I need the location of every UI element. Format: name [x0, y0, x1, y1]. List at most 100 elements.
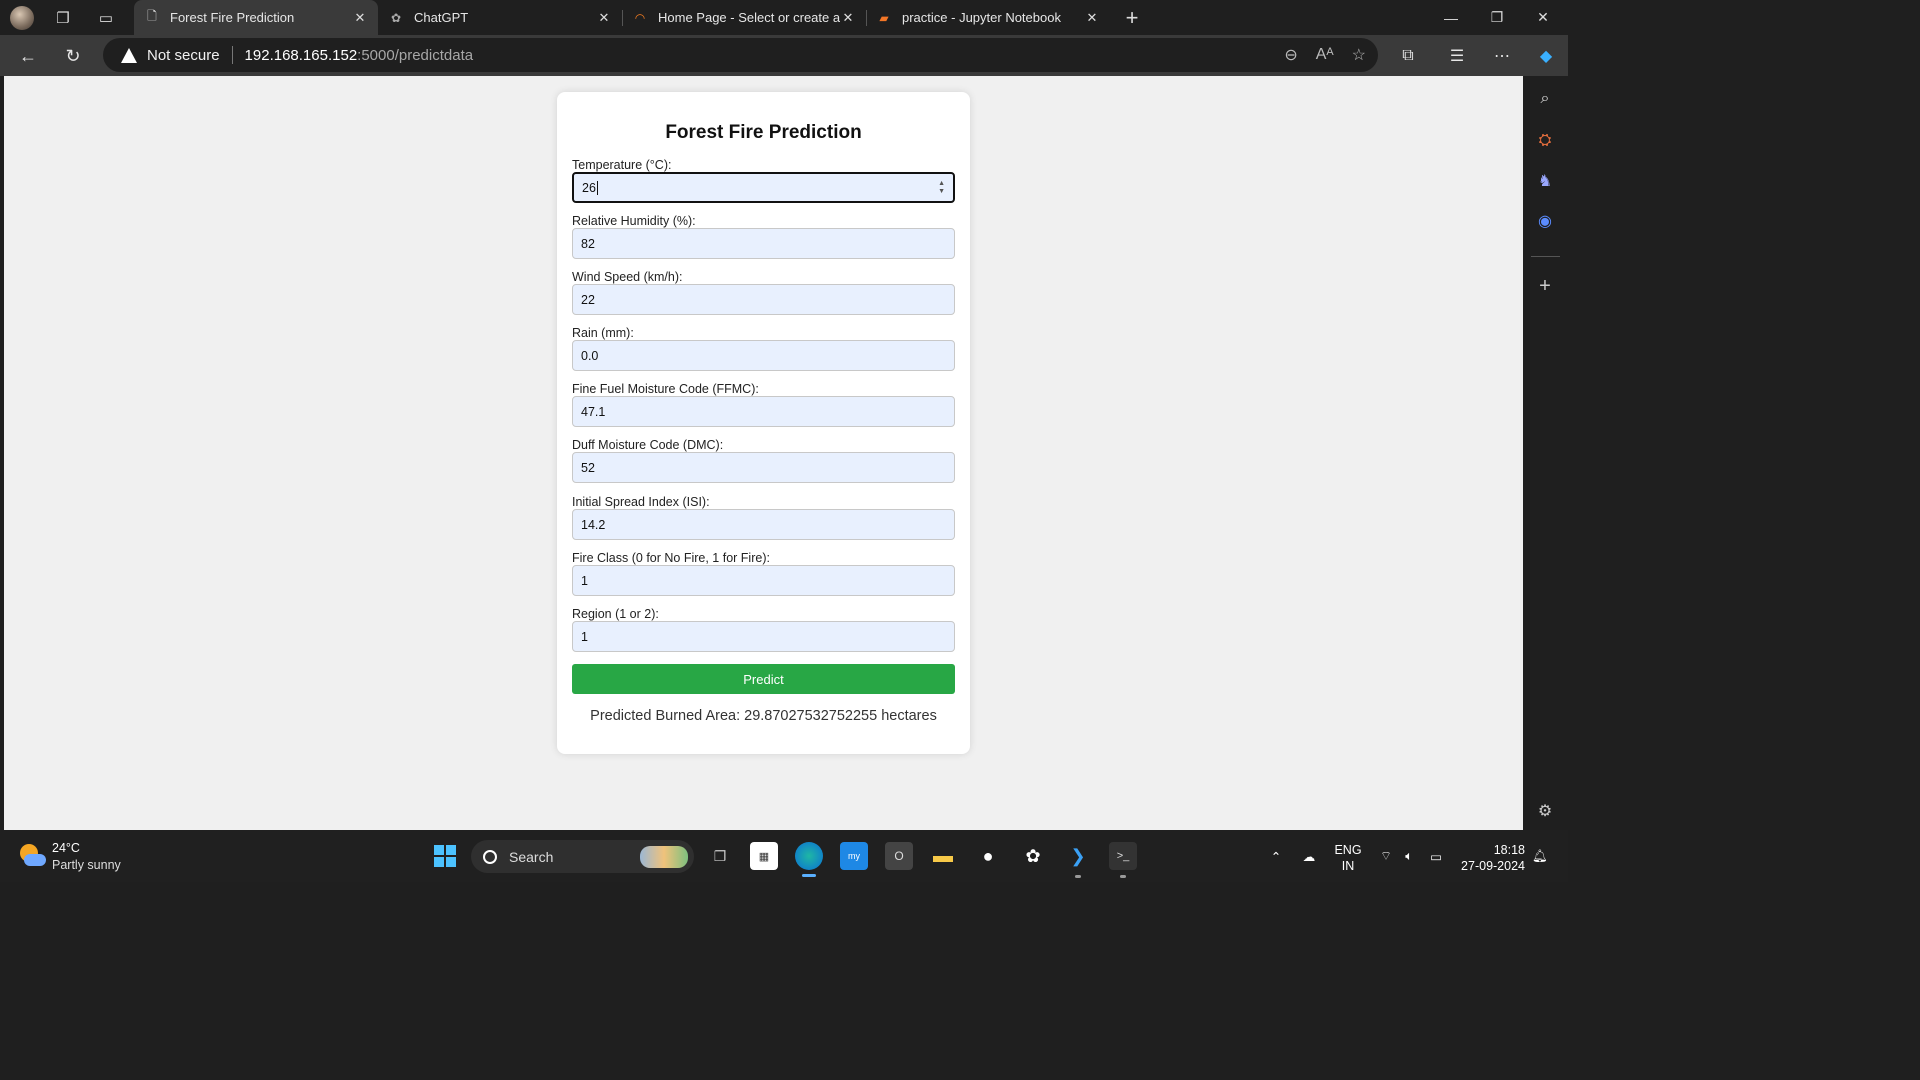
weather-description[interactable]: Partly sunny [52, 858, 121, 872]
warning-icon [121, 47, 137, 63]
page-title: Forest Fire Prediction [665, 122, 862, 143]
cloud-shape [24, 854, 46, 866]
battery-icon[interactable]: ▭ [1424, 830, 1448, 882]
new-tab-icon[interactable]: + [1119, 5, 1145, 31]
favorite-star-icon[interactable]: ☆ [1352, 45, 1366, 65]
close-icon[interactable]: ✕ [840, 10, 856, 26]
office-icon[interactable]: ◉ [1532, 208, 1558, 234]
extensions-icon[interactable]: ⧉ [1394, 42, 1422, 70]
copilot-icon[interactable]: ◆ [1532, 42, 1560, 70]
gear-icon[interactable]: ⚙ [1532, 798, 1558, 824]
security-indicator[interactable]: Not secure [147, 47, 220, 64]
onedrive-icon[interactable]: ☁ [1297, 830, 1321, 882]
file-explorer-icon[interactable]: ▬ [929, 842, 957, 870]
running-app-indicator [1120, 875, 1126, 878]
clock-date: 27-09-2024 [1461, 859, 1525, 873]
vscode-icon[interactable]: ❯ [1064, 842, 1092, 870]
volume-icon[interactable]: 🔈︎ [1399, 830, 1419, 882]
dmc-input[interactable]: 52 [572, 452, 955, 483]
tab-jupyter-notebook[interactable]: ▰ practice - Jupyter Notebook ✕ [866, 0, 1110, 35]
language-indicator[interactable]: ENG IN [1333, 842, 1363, 874]
prediction-result: Predicted Burned Area: 29.87027532752255… [590, 708, 937, 724]
close-icon[interactable]: ✕ [1084, 10, 1100, 26]
start-icon[interactable] [431, 842, 459, 870]
minimize-icon[interactable]: — [1428, 0, 1474, 35]
browser-toolbar: ← ↻ Not secure 192.168.165.152:5000/pred… [0, 35, 1568, 76]
add-icon[interactable]: + [1532, 273, 1558, 299]
browser-tab-bar: ❐ ▭ 🗋 Forest Fire Prediction ✕ ✿ ChatGPT… [0, 0, 1568, 35]
system-clock[interactable]: 18:18 27-09-2024 [1455, 842, 1525, 874]
page-viewport: Forest Fire Prediction Temperature (°C):… [4, 76, 1523, 830]
back-icon[interactable]: ← [14, 42, 42, 70]
ffmc-label: Fine Fuel Moisture Code (FFMC): [572, 382, 759, 396]
notification-bell-icon[interactable]: 🔔︎ [1530, 830, 1550, 882]
avatar [10, 6, 34, 30]
tab-title: Home Page - Select or create a no [658, 10, 840, 25]
address-divider [231, 46, 233, 64]
fire-class-value: 1 [581, 573, 588, 588]
search-icon[interactable]: ⌕ [1532, 86, 1558, 112]
search-highlight-image [640, 846, 688, 868]
isi-label: Initial Spread Index (ISI): [572, 495, 710, 509]
restore-icon[interactable]: ❐ [1474, 0, 1520, 35]
text-caret [596, 180, 598, 195]
wind-speed-value: 22 [581, 292, 595, 307]
tab-title: Forest Fire Prediction [170, 10, 295, 25]
rain-input[interactable]: 0.0 [572, 340, 955, 371]
search-icon [483, 849, 497, 864]
terminal-icon[interactable]: >_ [1109, 842, 1137, 870]
spin-down-icon[interactable]: ▼ [938, 188, 945, 196]
prediction-form-card: Forest Fire Prediction Temperature (°C):… [557, 92, 970, 754]
github-icon[interactable]: ● [974, 842, 1002, 870]
tab-title: ChatGPT [414, 10, 469, 25]
more-icon[interactable]: ⋯ [1488, 42, 1516, 70]
number-spinner[interactable]: ▲ ▼ [938, 180, 945, 196]
refresh-icon[interactable]: ↻ [59, 42, 87, 70]
favorites-icon[interactable]: ☰ [1443, 42, 1471, 70]
store-icon[interactable]: ▦ [750, 842, 778, 870]
tab-home-page[interactable]: ◠ Home Page - Select or create a no ✕ [622, 0, 866, 35]
search-label: Search [509, 848, 554, 865]
isi-input[interactable]: 14.2 [572, 509, 955, 540]
zoom-out-icon[interactable]: ⊖ [1284, 45, 1297, 65]
workspaces-icon[interactable]: ❐ [50, 5, 76, 31]
task-view-icon[interactable]: ❐ [706, 842, 734, 870]
loading-spinner-icon: ◠ [634, 10, 646, 25]
spin-up-icon[interactable]: ▲ [938, 180, 945, 188]
chatgpt-icon[interactable]: ✿ [1019, 842, 1047, 870]
ffmc-input[interactable]: 47.1 [572, 396, 955, 427]
close-icon[interactable]: ✕ [596, 10, 612, 26]
ffmc-value: 47.1 [581, 404, 606, 419]
read-aloud-icon[interactable]: Aᴬ [1316, 46, 1334, 64]
close-icon[interactable]: ✕ [352, 10, 368, 26]
tab-title: practice - Jupyter Notebook [902, 10, 1061, 25]
chatgpt-icon: ✿ [390, 10, 402, 25]
mysql-icon[interactable]: my [840, 842, 868, 870]
wind-speed-label: Wind Speed (km/h): [572, 270, 683, 284]
region-input[interactable]: 1 [572, 621, 955, 652]
dmc-label: Duff Moisture Code (DMC): [572, 438, 724, 452]
temperature-input[interactable]: 26 ▲ ▼ [572, 172, 955, 203]
address-bar[interactable]: Not secure 192.168.165.152:5000/predictd… [103, 38, 1378, 72]
predict-button[interactable]: Predict [572, 664, 955, 694]
edge-icon[interactable] [795, 842, 823, 870]
profile-avatar[interactable] [9, 5, 35, 31]
taskbar-search[interactable]: Search [471, 840, 694, 873]
ollama-icon[interactable]: O [885, 842, 913, 870]
close-window-icon[interactable]: ✕ [1520, 0, 1566, 35]
temperature-label: Temperature (°C): [572, 158, 672, 172]
weather-icon[interactable] [18, 842, 46, 870]
tools-icon[interactable]: ⛭ [1532, 128, 1558, 154]
games-icon[interactable]: ♞ [1532, 168, 1558, 194]
edge-sidebar: ⌕ ⛭ ♞ ◉ + ⚙ [1523, 76, 1568, 830]
region-label: Region (1 or 2): [572, 607, 659, 621]
wifi-icon[interactable]: ⌔ [1376, 830, 1396, 882]
tab-actions-icon[interactable]: ▭ [93, 5, 119, 31]
tab-forest-fire-prediction[interactable]: 🗋 Forest Fire Prediction ✕ [134, 0, 378, 35]
chevron-up-icon[interactable]: ⌃ [1266, 830, 1286, 882]
tab-chatgpt[interactable]: ✿ ChatGPT ✕ [378, 0, 622, 35]
weather-temperature[interactable]: 24°C [52, 841, 80, 855]
fire-class-input[interactable]: 1 [572, 565, 955, 596]
wind-speed-input[interactable]: 22 [572, 284, 955, 315]
humidity-input[interactable]: 82 [572, 228, 955, 259]
